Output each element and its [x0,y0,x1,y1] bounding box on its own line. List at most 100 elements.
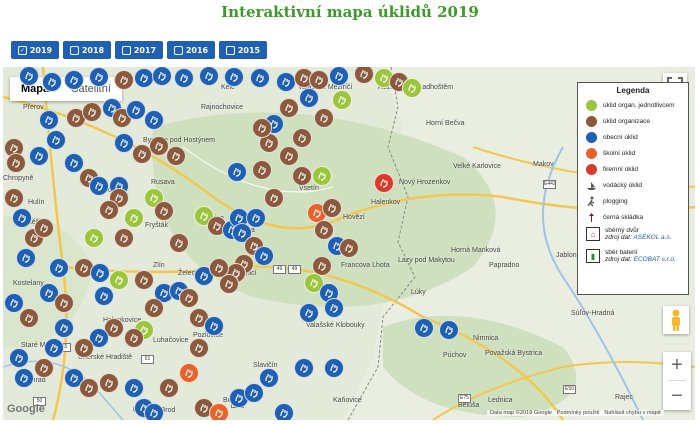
cleanup-marker[interactable] [209,403,229,420]
cleanup-marker[interactable] [16,248,36,268]
cleanup-marker[interactable] [144,110,164,130]
cleanup-marker[interactable] [314,108,334,128]
cleanup-marker[interactable] [89,67,109,87]
zoom-in-button[interactable]: + [671,354,683,377]
cleanup-marker[interactable] [209,258,229,278]
cleanup-marker[interactable] [152,67,172,86]
cleanup-marker[interactable] [144,403,164,420]
cleanup-marker[interactable] [89,176,109,196]
cleanup-marker[interactable] [90,263,110,283]
cleanup-marker[interactable] [64,70,84,90]
cleanup-marker[interactable] [114,133,134,153]
cleanup-marker[interactable] [124,328,144,348]
cleanup-marker[interactable] [414,318,434,338]
cleanup-marker[interactable] [299,88,319,108]
cleanup-marker[interactable] [292,128,312,148]
cleanup-marker[interactable] [74,338,94,358]
cleanup-marker[interactable] [109,270,129,290]
cleanup-marker[interactable] [339,238,359,258]
cleanup-marker[interactable] [82,102,102,122]
cleanup-marker[interactable] [4,188,24,208]
cleanup-marker[interactable] [34,218,54,238]
street-view-pegman[interactable] [663,306,689,334]
cleanup-marker[interactable] [292,166,312,186]
cleanup-marker[interactable] [312,166,332,186]
cleanup-marker[interactable] [254,246,274,266]
cleanup-marker[interactable] [44,338,64,358]
cleanup-marker[interactable] [199,67,219,86]
year-button-4[interactable]: 2015 [219,41,267,59]
cleanup-marker[interactable] [114,70,134,90]
cleanup-marker[interactable] [274,403,294,420]
year-button-3[interactable]: 2016 [167,41,215,59]
report-error-link[interactable]: Nahlásit chybu v mapě [604,410,661,416]
cleanup-marker[interactable] [279,146,299,166]
cleanup-marker[interactable] [244,383,264,403]
cleanup-marker[interactable] [259,368,279,388]
cleanup-marker[interactable] [166,146,186,166]
cleanup-marker[interactable] [19,308,39,328]
cleanup-marker[interactable] [134,68,154,88]
year-button-1[interactable]: 2018 [63,41,111,59]
cleanup-marker[interactable] [14,368,34,388]
cleanup-marker[interactable] [19,67,39,86]
google-logo[interactable]: Google [7,403,45,415]
cleanup-marker[interactable] [99,200,119,220]
cleanup-marker[interactable] [159,378,179,398]
cleanup-marker[interactable] [114,228,134,248]
zoom-out-button[interactable]: − [671,385,683,408]
cleanup-marker[interactable] [154,201,174,221]
cleanup-marker[interactable] [124,208,144,228]
cleanup-marker[interactable] [134,270,154,290]
cleanup-marker[interactable] [84,228,104,248]
cleanup-marker[interactable] [252,160,272,180]
cleanup-marker[interactable] [309,70,329,90]
cleanup-marker[interactable] [224,67,244,87]
cleanup-marker[interactable] [264,188,284,208]
cleanup-marker[interactable] [9,348,29,368]
cleanup-marker[interactable] [276,72,296,92]
cleanup-marker[interactable] [227,162,247,182]
cleanup-marker[interactable] [54,293,74,313]
cleanup-marker[interactable] [42,72,62,92]
cleanup-marker[interactable] [46,130,66,150]
cleanup-marker[interactable] [54,318,74,338]
cleanup-marker[interactable] [439,320,459,340]
cleanup-marker[interactable] [189,338,209,358]
cleanup-marker[interactable] [179,363,199,383]
cleanup-marker[interactable] [174,68,194,88]
cleanup-marker[interactable] [29,146,49,166]
cleanup-marker[interactable] [324,298,344,318]
cleanup-marker[interactable] [332,90,352,110]
cleanup-marker[interactable] [12,208,32,228]
terms-link[interactable]: Podmínky použití [557,410,600,416]
cleanup-marker[interactable] [294,358,314,378]
cleanup-marker[interactable] [250,68,270,88]
year-button-0[interactable]: ✓ 2019 [11,41,59,59]
cleanup-marker[interactable] [126,100,146,120]
cleanup-marker[interactable] [374,173,394,193]
legend-battery-source[interactable]: ECOBAT s.r.o. [634,256,676,263]
cleanup-marker[interactable] [322,198,342,218]
cleanup-marker[interactable] [402,78,422,98]
cleanup-marker[interactable] [6,153,26,173]
cleanup-marker[interactable] [299,303,319,323]
cleanup-marker[interactable] [179,288,199,308]
legend-collection-yard-source[interactable]: ASEKOL a.s. [633,234,671,241]
cleanup-marker[interactable] [79,378,99,398]
cleanup-marker[interactable] [204,316,224,336]
cleanup-marker[interactable] [324,358,344,378]
cleanup-marker[interactable] [144,298,164,318]
cleanup-marker[interactable] [49,258,69,278]
cleanup-marker[interactable] [279,98,299,118]
road-number-shield: E75 [458,394,471,403]
cleanup-marker[interactable] [39,110,59,130]
year-button-2[interactable]: 2017 [115,41,163,59]
cleanup-marker[interactable] [329,67,349,86]
cleanup-marker[interactable] [99,373,119,393]
cleanup-marker[interactable] [94,286,114,306]
cleanup-marker[interactable] [252,118,272,138]
cleanup-marker[interactable] [169,233,189,253]
cleanup-marker[interactable] [124,378,144,398]
cleanup-marker[interactable] [34,358,54,378]
